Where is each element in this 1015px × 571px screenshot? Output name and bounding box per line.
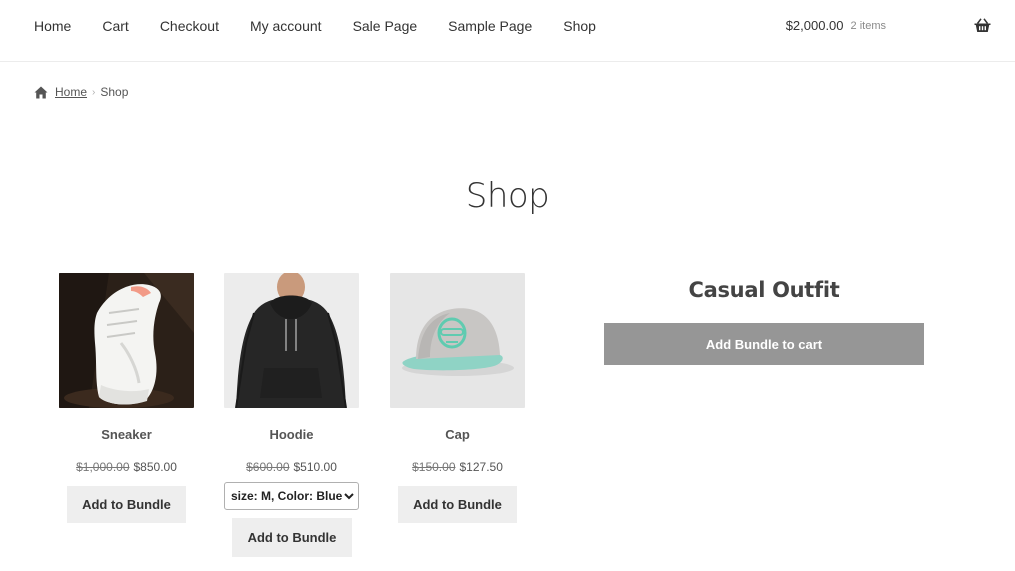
breadcrumb-current: Shop — [100, 85, 129, 99]
product-name[interactable]: Hoodie — [204, 427, 379, 442]
variation-selected-value: size: M, Color: Blue — [231, 489, 343, 503]
page-title: Shop — [465, 176, 550, 216]
add-to-bundle-button[interactable]: Add to Bundle — [232, 518, 352, 557]
sale-price: $850.00 — [133, 460, 177, 474]
variation-select[interactable]: size: M, Color: Blue — [224, 482, 359, 510]
nav-link-home[interactable]: Home — [34, 18, 71, 34]
add-to-bundle-button[interactable]: Add to Bundle — [67, 486, 186, 523]
product-name[interactable]: Cap — [370, 427, 545, 442]
nav-link-shop[interactable]: Shop — [563, 18, 596, 34]
regular-price: $1,000.00 — [76, 460, 130, 474]
nav-link-cart[interactable]: Cart — [102, 18, 128, 34]
regular-price: $150.00 — [412, 460, 456, 474]
breadcrumb-home-link[interactable]: Home — [55, 85, 87, 99]
header-cart[interactable]: $2,000.00 2 items — [786, 0, 991, 51]
product-price: $150.00 $127.50 — [360, 460, 555, 474]
cap-image[interactable] — [390, 273, 525, 408]
product-name[interactable]: Sneaker — [39, 427, 214, 442]
home-icon — [34, 86, 48, 98]
nav-link-sale-page[interactable]: Sale Page — [353, 18, 418, 34]
chevron-down-icon — [344, 492, 354, 500]
site-header: Home Cart Checkout My account Sale Page … — [0, 0, 1015, 62]
nav-link-sample-page[interactable]: Sample Page — [448, 18, 532, 34]
breadcrumb: Home › Shop — [34, 83, 128, 101]
sneaker-image[interactable] — [59, 273, 194, 408]
nav-link-my-account[interactable]: My account — [250, 18, 322, 34]
sale-price: $510.00 — [293, 460, 337, 474]
product-card-sneaker: Sneaker $1,000.00 $850.00 Add to Bundle — [59, 273, 194, 523]
product-card-hoodie: Hoodie $600.00 $510.00 size: M, Color: Bl… — [224, 273, 359, 557]
cart-item-count[interactable]: 2 items — [851, 20, 886, 32]
nav-link-checkout[interactable]: Checkout — [160, 18, 219, 34]
sale-price: $127.50 — [459, 460, 503, 474]
primary-navigation: Home Cart Checkout My account Sale Page … — [34, 0, 627, 51]
cart-total[interactable]: $2,000.00 — [786, 18, 844, 33]
bundle-title: Casual Outfit — [688, 278, 840, 302]
product-card-cap: Cap $150.00 $127.50 Add to Bundle — [390, 273, 525, 523]
basket-icon[interactable] — [974, 18, 991, 33]
add-to-bundle-button[interactable]: Add to Bundle — [398, 486, 517, 523]
breadcrumb-separator-icon: › — [92, 86, 96, 98]
regular-price: $600.00 — [246, 460, 290, 474]
add-bundle-to-cart-button[interactable]: Add Bundle to cart — [604, 323, 924, 365]
hoodie-image[interactable] — [224, 273, 359, 408]
